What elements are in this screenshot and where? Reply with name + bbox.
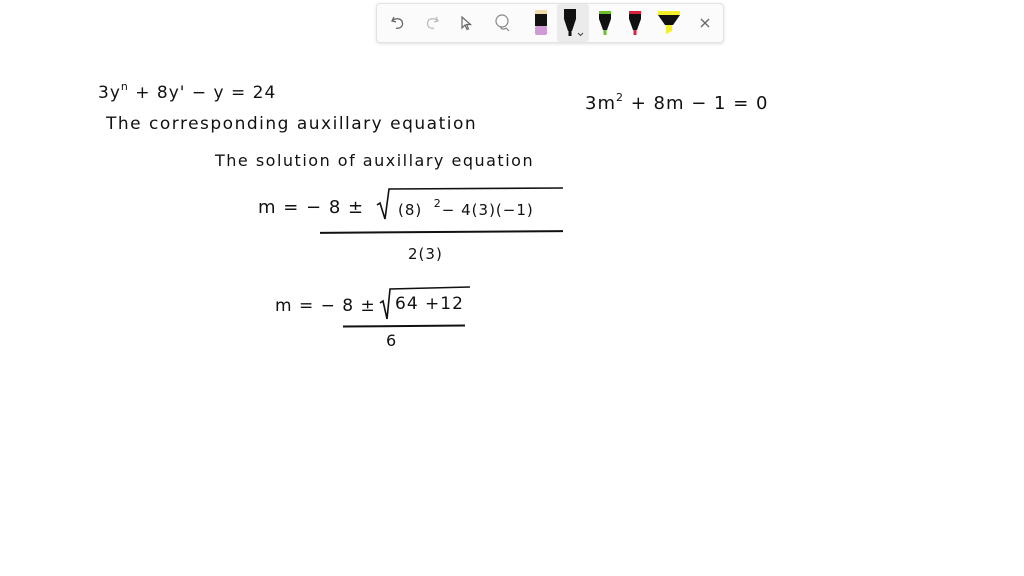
redo-button[interactable]	[417, 4, 447, 42]
pen-green-button[interactable]	[591, 4, 619, 42]
formula2-denominator: 6	[386, 331, 398, 350]
pen-icon	[629, 11, 641, 35]
eq-superscript: 2	[616, 91, 624, 104]
differential-equation: 3yn + 8y' − y = 24	[98, 80, 277, 103]
solution-label: The solution of auxillary equation	[215, 151, 535, 170]
lasso-button[interactable]	[487, 4, 519, 42]
pen-icon	[535, 10, 547, 35]
lasso-icon	[495, 14, 510, 32]
formula1-lhs: m = − 8 ±	[258, 197, 365, 218]
eq-part: 3m	[585, 93, 616, 114]
formula1-radicand: (8) 2− 4(3)(−1)	[398, 197, 534, 219]
auxiliary-equation: 3m2 + 8m − 1 = 0	[585, 91, 769, 114]
fraction-bar	[319, 230, 564, 234]
eq-part: + 8y' − y = 24	[128, 83, 277, 103]
fraction-bar	[342, 324, 466, 328]
pen-purple-button[interactable]	[527, 4, 555, 42]
radicand-exponent: 2	[433, 197, 442, 210]
radicand-part: − 4(3)(−1)	[441, 201, 534, 219]
formula2-radicand: 64 +12	[395, 294, 464, 314]
highlighter-button[interactable]	[653, 4, 685, 42]
redo-icon	[426, 16, 439, 29]
pen-red-button[interactable]	[621, 4, 649, 42]
auxiliary-label: The corresponding auxillary equation	[106, 114, 478, 134]
pen-icon	[564, 9, 584, 37]
pen-black-button[interactable]	[557, 4, 589, 42]
radicand-part: (8)	[398, 201, 423, 219]
highlighter-icon	[658, 11, 680, 34]
handwriting-canvas[interactable]: 3yn + 8y' − y = 24 The corresponding aux…	[0, 45, 1024, 576]
eq-part: + 8m − 1 = 0	[630, 93, 769, 114]
formula1-denominator: 2(3)	[408, 245, 443, 263]
close-button[interactable]	[691, 4, 719, 42]
formula2-lhs: m = − 8 ±	[275, 296, 376, 316]
ink-toolbar	[376, 3, 724, 43]
cursor-icon	[461, 15, 473, 31]
close-icon	[700, 18, 710, 28]
undo-button[interactable]	[383, 4, 413, 42]
eq-part: 3y	[98, 83, 121, 103]
undo-icon	[391, 16, 404, 29]
eq-superscript: n	[120, 80, 129, 93]
pen-icon	[599, 11, 611, 35]
select-button[interactable]	[451, 4, 481, 42]
